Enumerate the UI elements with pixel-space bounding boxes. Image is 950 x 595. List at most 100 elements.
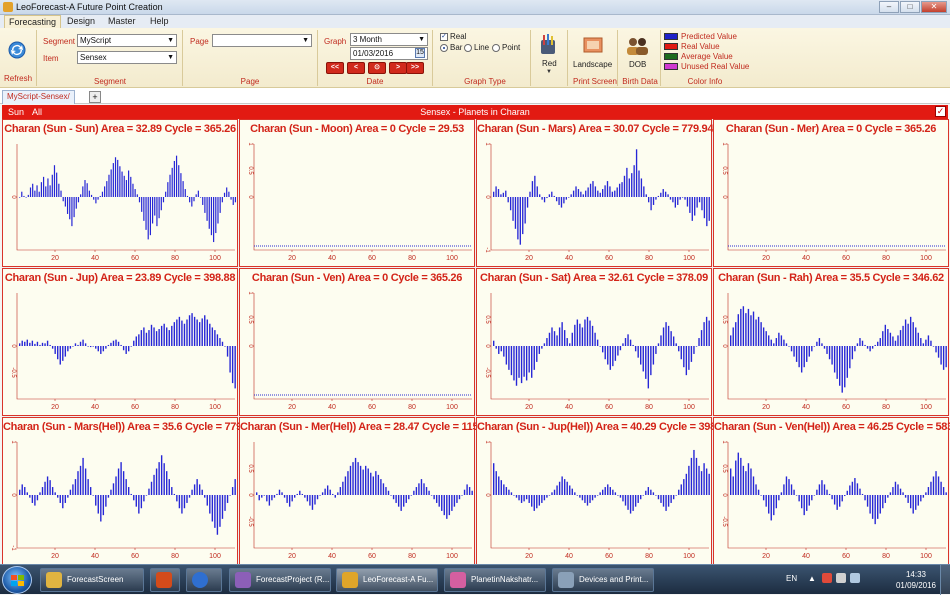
taskbar-item-media[interactable] [150,568,180,592]
bar [204,495,206,498]
landscape-button[interactable]: Landscape [573,60,612,69]
bar [183,495,186,509]
volume-icon[interactable] [850,573,860,583]
bar [51,346,54,349]
planet-filter-all[interactable]: All [32,107,42,117]
nav-prev-button[interactable]: < [347,62,365,74]
bar [624,338,627,346]
bar [730,335,732,346]
bar [581,495,584,501]
x-tick-label: 100 [209,404,221,411]
nav-today-button[interactable]: ⊙ [368,62,386,74]
planet-filter-sun[interactable]: Sun [8,107,24,117]
bar [100,495,102,522]
bar [828,493,831,495]
bar [49,185,51,197]
refresh-icon[interactable] [7,40,27,60]
header-checkbox[interactable]: ✓ [935,106,946,117]
taskbar-item-browser[interactable] [186,568,222,592]
real-checkbox[interactable]: ✓ Real [440,32,466,41]
bar [226,346,229,357]
page-select[interactable]: ▼ [212,34,312,47]
chevron-down-icon[interactable]: ▼ [546,69,552,75]
menu-design[interactable]: Design [67,16,95,26]
taskbar-item-devices[interactable]: Devices and Print... [552,568,654,592]
taskbar-item-forecastscreen[interactable]: ForecastScreen [40,568,144,592]
bar [390,495,392,496]
bar [803,495,805,516]
bar [133,495,135,501]
bar [178,316,181,346]
bar [133,340,135,346]
bar [800,346,803,373]
clock[interactable]: 14:33 01/09/2016 [896,569,936,591]
flag-icon[interactable] [822,573,832,583]
nav-first-button[interactable]: << [326,62,344,74]
maximize-button[interactable]: □ [900,1,920,13]
bar [441,495,443,511]
bar [160,325,163,346]
date-picker[interactable]: 01/03/2016 15 [350,47,428,60]
bar [188,315,191,346]
menu-master[interactable]: Master [108,16,136,26]
tab-myscript-sensex[interactable]: MyScript-Sensex/ [2,90,75,104]
chart-svg: 1 0.5 0 20 40 60 80 100 [247,142,472,262]
start-button[interactable] [2,566,32,594]
dob-button[interactable]: DOB [629,60,646,69]
show-desktop-button[interactable] [940,565,950,595]
chevron-down-icon: ▼ [302,37,309,44]
bar [67,495,69,498]
segment-select[interactable]: MyScript ▼ [77,34,177,47]
taskbar-item-forecastproject[interactable]: ForecastProject (R... [229,568,331,592]
bar [261,495,263,498]
bar [54,346,56,354]
bar [602,346,604,353]
palette-icon[interactable] [538,34,558,56]
bar [182,181,184,197]
bar [596,495,599,496]
bar [500,480,502,495]
bar [503,484,505,495]
chart-title: Charan (Sun - Sun) Area = 32.89 Cycle = … [4,123,236,135]
bar [173,322,176,346]
radio-icon [440,43,448,52]
nav-last-button[interactable]: >> [406,62,424,74]
bar [561,476,563,495]
bar [125,479,127,495]
menu-forecasting[interactable]: Forecasting [4,15,62,28]
legend-real: Real Value [664,42,720,51]
people-icon[interactable] [625,37,649,55]
radio-bar[interactable]: Bar [440,43,462,52]
bar [387,490,390,495]
calendar-icon[interactable]: 15 [415,48,425,58]
bar [232,197,234,205]
radio-line[interactable]: Line [464,43,489,52]
minimize-button[interactable]: – [879,1,899,13]
menu-help[interactable]: Help [150,16,169,26]
bar [582,194,584,197]
add-tab-button[interactable]: + [89,91,101,103]
bar [538,495,541,506]
color-select[interactable]: Red [542,59,557,68]
bar [150,324,153,346]
item-select[interactable]: Sensex ▼ [77,51,177,64]
language-indicator[interactable]: EN [786,574,797,583]
nav-next-button[interactable]: > [389,62,407,74]
tray-expand-icon[interactable]: ▲ [808,574,816,583]
taskbar-item-planetinnakshatra[interactable]: PlanetinNakshatr... [444,568,546,592]
bar [520,346,523,384]
taskbar-item-leoforecast[interactable]: LeoForecast-A Fu... [336,568,438,592]
bar [655,197,657,200]
bar [186,319,188,346]
bar [770,339,772,346]
bar [105,346,107,349]
radio-point[interactable]: Point [492,43,520,52]
x-tick-label: 20 [762,255,770,262]
landscape-icon[interactable] [583,37,603,53]
close-button[interactable]: ✕ [921,1,947,13]
bar [594,332,596,346]
bar [698,465,700,495]
bar [191,197,193,207]
network-icon[interactable] [836,573,846,583]
graph-period-select[interactable]: 3 Month ▼ [350,33,428,46]
